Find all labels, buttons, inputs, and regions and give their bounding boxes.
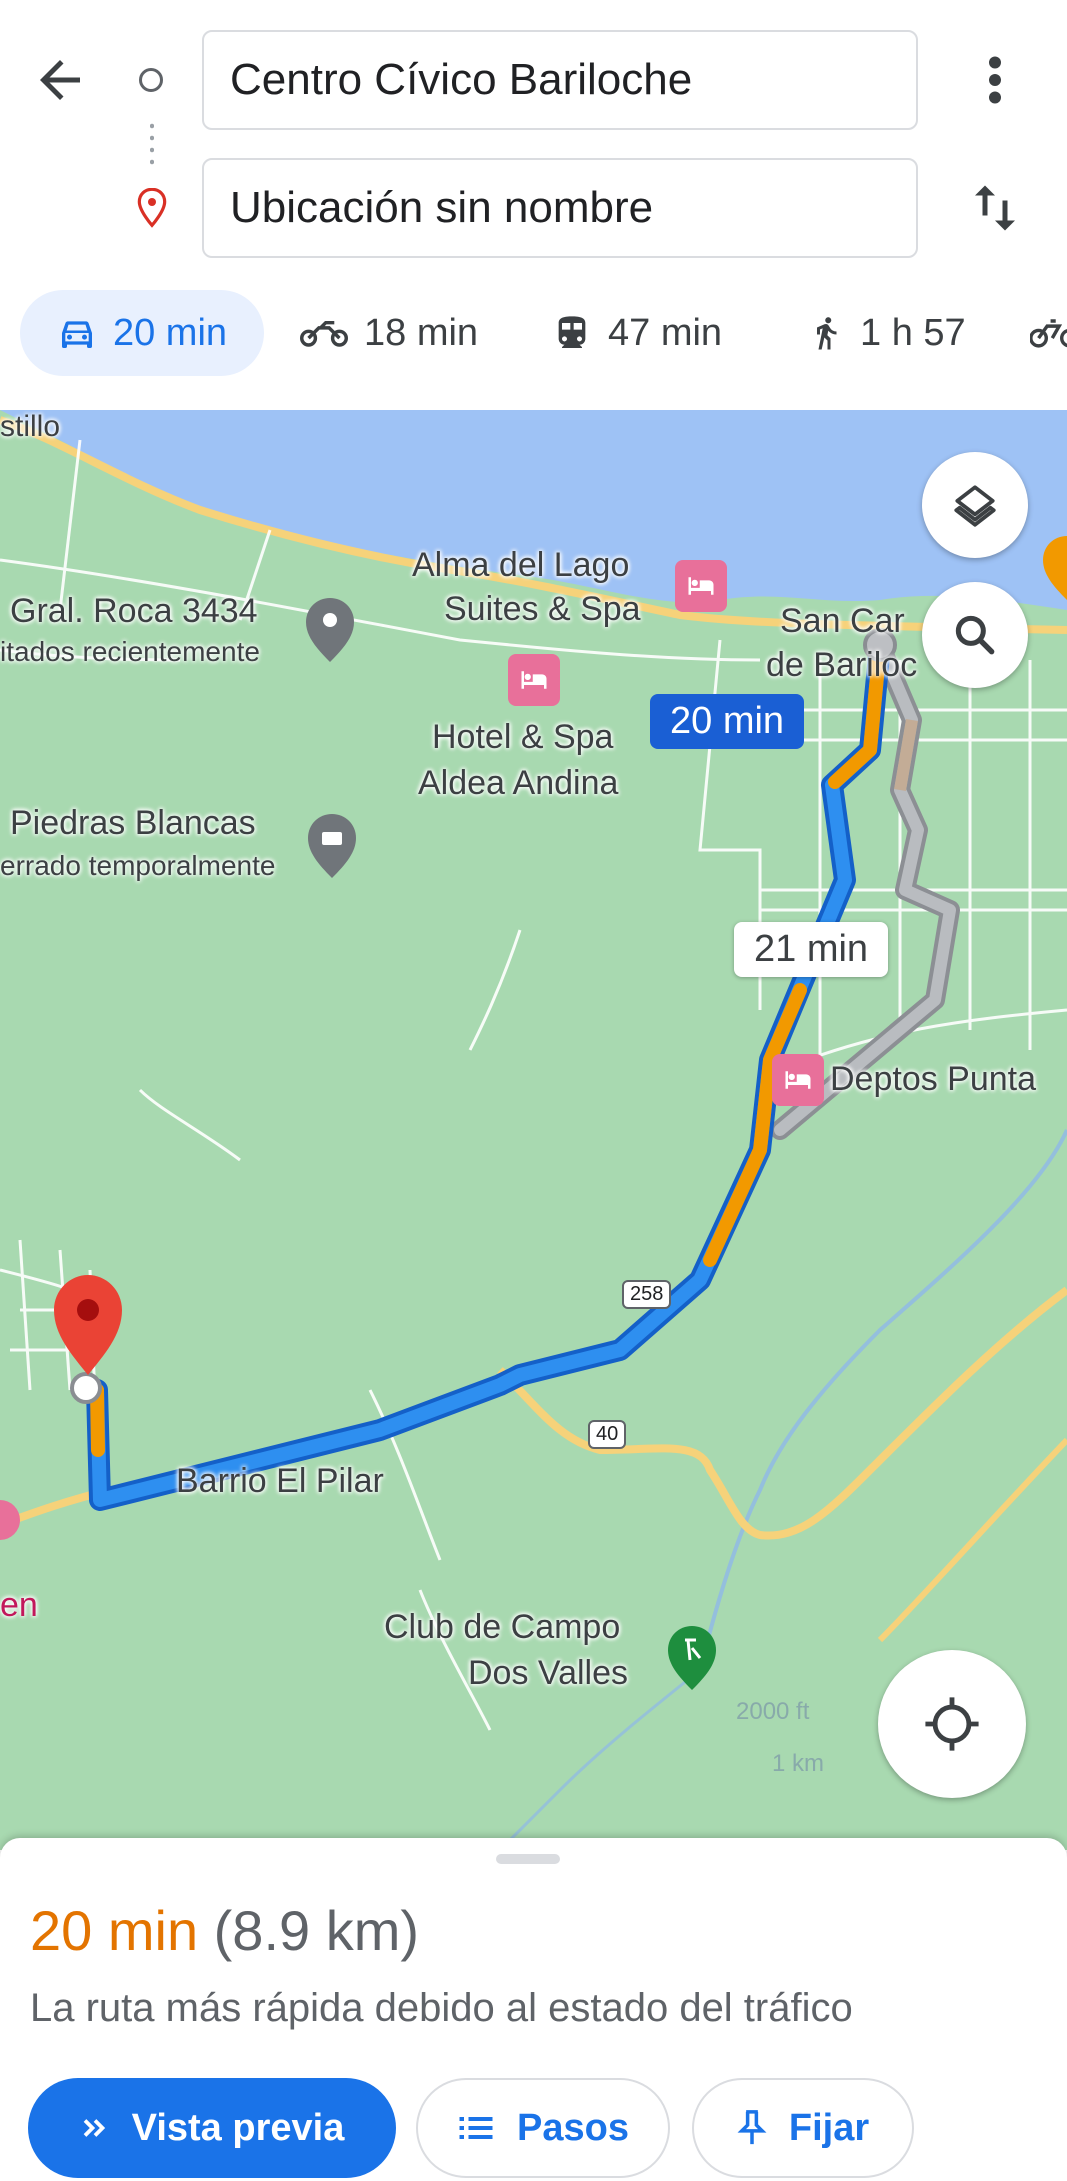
summary-description: La ruta más rápida debido al estado del …	[30, 1986, 853, 2030]
swap-button[interactable]	[965, 178, 1025, 238]
back-button[interactable]	[30, 50, 90, 110]
label-club-de-campo-1: Club de Campo	[384, 1608, 621, 1646]
label-gral-roca: Gral. Roca 3434	[10, 592, 258, 630]
pin-label: Fijar	[788, 2106, 870, 2149]
list-icon	[459, 2117, 493, 2139]
arrow-back-icon	[40, 60, 80, 100]
route-time-badge-alt[interactable]: 21 min	[734, 922, 889, 977]
mode-driving[interactable]: 20 min	[20, 290, 264, 376]
label-aldea-andina: Aldea Andina	[418, 764, 619, 802]
origin-input[interactable]: Centro Cívico Bariloche	[202, 30, 918, 130]
sheet-drag-handle[interactable]	[496, 1854, 560, 1864]
route-connector	[150, 120, 154, 170]
label-barrio-el-pilar: Barrio El Pilar	[176, 1462, 384, 1500]
preview-label: Vista previa	[131, 2106, 345, 2149]
label-deptos-punta: Deptos Punta	[830, 1060, 1037, 1098]
steps-button[interactable]: Pasos	[416, 2078, 670, 2178]
mode-transit-time: 47 min	[608, 311, 723, 354]
mode-bicycle[interactable]	[1030, 290, 1067, 376]
car-icon	[61, 321, 92, 348]
label-alma-del-lago-1: Alma del Lago	[412, 546, 630, 584]
walk-icon	[817, 317, 837, 350]
hotel-poi-aldea[interactable]	[508, 654, 560, 706]
search-icon	[955, 615, 995, 655]
label-hotel-spa: Hotel & Spa	[432, 718, 614, 756]
label-club-de-campo-2: Dos Valles	[468, 1654, 628, 1692]
road-40	[0, 1286, 1067, 1540]
layers-button[interactable]	[922, 452, 1028, 558]
steps-label: Pasos	[517, 2106, 629, 2149]
destination-map-pin-icon	[54, 1275, 122, 1375]
swap-vert-icon	[975, 185, 1015, 231]
search-along-route-button[interactable]	[922, 582, 1028, 688]
route-summary-sheet[interactable]: 20 min (8.9 km) La ruta más rápida debid…	[0, 1838, 1067, 2181]
travel-modes: 20 min 18 min 47 min 1 h 57	[0, 290, 1067, 386]
hotel-icon	[688, 577, 714, 595]
bicycle-icon	[1030, 319, 1067, 348]
label-san-carlos-2: de Bariloc	[766, 646, 918, 684]
mode-walking-time: 1 h 57	[860, 311, 966, 354]
label-visitados: itados recientemente	[0, 636, 260, 667]
hotel-poi-deptos[interactable]	[772, 1054, 824, 1106]
scale-km: 1 km	[772, 1750, 825, 1777]
mode-transit[interactable]: 47 min	[552, 290, 722, 376]
destination-input[interactable]: Ubicación sin nombre	[202, 158, 918, 258]
route-summary-line: 20 min (8.9 km)	[30, 1898, 419, 1963]
summary-distance: (8.9 km)	[213, 1899, 420, 1962]
label-alma-del-lago-2: Suites & Spa	[444, 590, 641, 628]
label-piedras-blancas: Piedras Blancas	[10, 804, 256, 842]
origin-dot-icon	[139, 68, 163, 92]
label-san-carlos-1: San Car	[780, 602, 905, 640]
hotel-icon	[785, 1071, 811, 1089]
label-castillo: stillo	[0, 410, 61, 443]
road-shield-258: 258	[622, 1280, 672, 1309]
piedras-blancas-pin	[308, 814, 356, 878]
road-shield-40: 40	[588, 1420, 627, 1449]
hotel-icon	[521, 671, 547, 689]
layers-icon	[954, 485, 996, 527]
destination-pin-icon	[137, 188, 167, 228]
my-location-button[interactable]	[878, 1650, 1026, 1798]
summary-time: 20 min	[30, 1899, 199, 1962]
mode-walking[interactable]: 1 h 57	[808, 290, 966, 376]
mode-driving-time: 20 min	[112, 311, 228, 354]
label-cerrado-temporalmente: errado temporalmente	[0, 850, 276, 881]
gral-roca-pin	[306, 598, 354, 662]
mode-motorcycle-time: 18 min	[364, 311, 479, 354]
scale-feet: 2000 ft	[736, 1698, 810, 1725]
my-location-icon	[925, 1697, 979, 1751]
preview-button[interactable]: Vista previa	[28, 2078, 396, 2178]
mode-motorcycle[interactable]: 18 min	[300, 290, 478, 376]
motorcycle-icon	[300, 321, 348, 347]
club-de-campo-pin	[668, 1626, 716, 1690]
more-vert-icon	[989, 56, 1001, 104]
route-time-badge-main[interactable]: 20 min	[650, 694, 805, 749]
hotel-poi-alma[interactable]	[675, 560, 727, 612]
river	[698, 1129, 1067, 1671]
directions-header: Centro Cívico Bariloche Ubicación sin no…	[0, 0, 1067, 410]
label-left-edge: en	[0, 1586, 38, 1624]
route-end-marker	[70, 1372, 102, 1404]
more-options-button[interactable]	[972, 50, 1018, 110]
transit-icon	[558, 316, 586, 348]
map-view[interactable]: stillo Alma del Lago Suites & Spa Gral. …	[0, 410, 1067, 1850]
pin-icon	[737, 2110, 767, 2145]
left-edge-poi	[0, 1500, 20, 1540]
pin-button[interactable]: Fijar	[692, 2078, 914, 2178]
double-chevron-icon	[83, 2119, 105, 2137]
